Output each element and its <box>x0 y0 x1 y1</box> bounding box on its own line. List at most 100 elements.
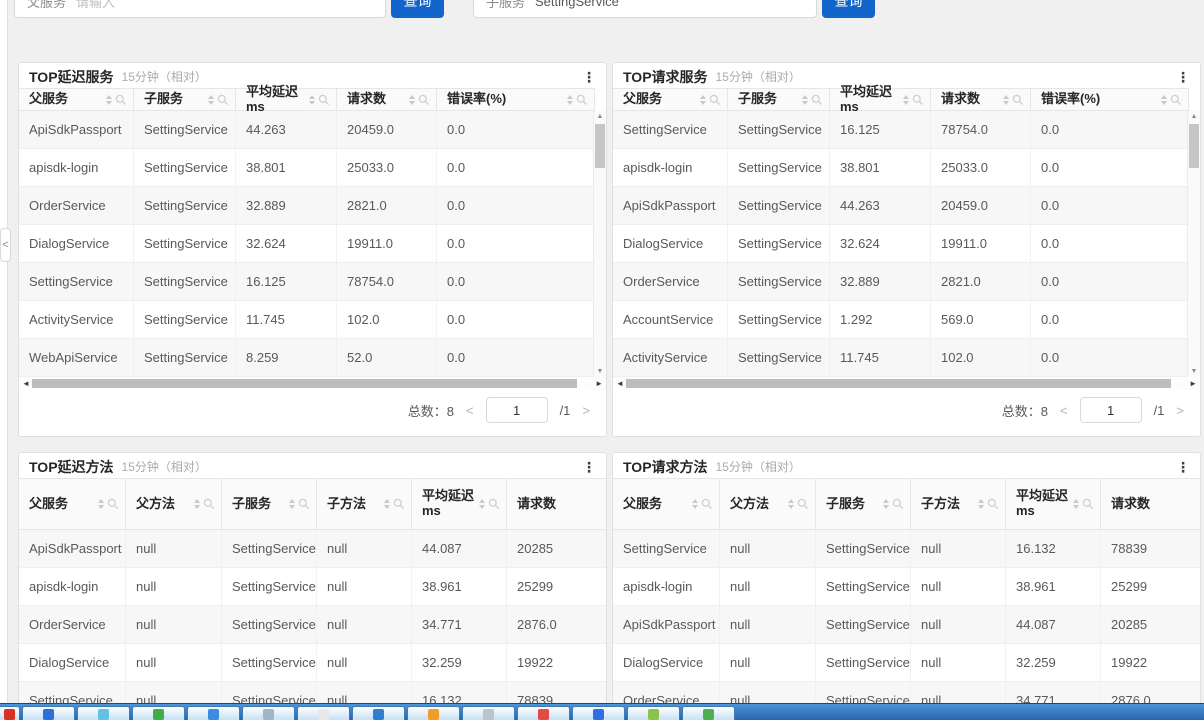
taskbar-app-1-button[interactable] <box>0 706 20 720</box>
table-cell: 11.745 <box>830 339 931 376</box>
scroll-left-arrow-icon[interactable]: ◄ <box>22 379 30 388</box>
column-search-icon[interactable] <box>892 498 904 510</box>
prev-page-icon[interactable]: < <box>466 403 474 418</box>
sort-icon[interactable] <box>1003 95 1009 105</box>
sort-icon[interactable] <box>883 499 889 509</box>
child-service-input[interactable]: 子服务 SettingService <box>473 0 817 18</box>
taskbar-app-14-button[interactable] <box>682 706 735 720</box>
sort-icon[interactable] <box>692 499 698 509</box>
column-search-icon[interactable] <box>217 94 229 106</box>
taskbar-app-5-icon <box>208 709 219 720</box>
vertical-scroll-thumb[interactable] <box>595 124 605 168</box>
horizontal-scroll-thumb[interactable] <box>32 379 577 388</box>
table-cell: SettingService <box>134 149 236 186</box>
taskbar-app-3-button[interactable] <box>77 706 130 720</box>
vertical-scroll-thumb[interactable] <box>1189 124 1199 168</box>
scroll-down-arrow-icon[interactable]: ▼ <box>1188 368 1200 375</box>
column-search-icon[interactable] <box>811 94 823 106</box>
taskbar-app-6-button[interactable] <box>242 706 295 720</box>
column-search-icon[interactable] <box>709 94 721 106</box>
scroll-right-arrow-icon[interactable]: ► <box>1189 379 1197 388</box>
parent-service-input[interactable]: 父服务 请输入 <box>14 0 386 18</box>
taskbar-app-4-button[interactable] <box>132 706 185 720</box>
taskbar-app-13-button[interactable] <box>627 706 680 720</box>
sort-icon[interactable] <box>98 499 104 509</box>
panel-title: TOP请求服务 <box>623 67 708 87</box>
column-search-icon[interactable] <box>1170 94 1182 106</box>
next-page-icon[interactable]: > <box>1176 403 1184 418</box>
column-search-icon[interactable] <box>203 498 215 510</box>
taskbar-app-11-button[interactable] <box>517 706 570 720</box>
sidebar-collapse-handle[interactable]: < <box>0 228 11 262</box>
column-search-icon[interactable] <box>1012 94 1024 106</box>
kebab-menu-icon[interactable]: ⋮ <box>582 70 596 84</box>
column-search-icon[interactable] <box>107 498 119 510</box>
taskbar-app-5-button[interactable] <box>187 706 240 720</box>
scroll-down-arrow-icon[interactable]: ▼ <box>594 368 606 375</box>
taskbar-app-9-button[interactable] <box>407 706 460 720</box>
scroll-left-arrow-icon[interactable]: ◄ <box>616 379 624 388</box>
column-search-icon[interactable] <box>488 498 500 510</box>
horizontal-scrollbar[interactable]: ◄► <box>613 377 1200 390</box>
horizontal-scroll-thumb[interactable] <box>626 379 1171 388</box>
taskbar-app-2-button[interactable] <box>22 706 75 720</box>
sort-icon[interactable] <box>700 95 706 105</box>
sort-icon[interactable] <box>1161 95 1167 105</box>
column-search-icon[interactable] <box>912 94 924 106</box>
table-cell: 102.0 <box>337 301 437 338</box>
panel-time-range: 15分钟（相对） <box>122 68 207 85</box>
column-search-icon[interactable] <box>318 94 330 106</box>
column-search-icon[interactable] <box>115 94 127 106</box>
column-header-2: 子服务 <box>134 89 236 110</box>
vertical-scrollbar[interactable]: ▲▼ <box>593 111 606 377</box>
child-service-query-button[interactable]: 查询 <box>822 0 875 18</box>
column-search-icon[interactable] <box>418 94 430 106</box>
kebab-menu-icon[interactable]: ⋮ <box>582 460 596 474</box>
sort-icon[interactable] <box>194 499 200 509</box>
column-search-icon[interactable] <box>701 498 713 510</box>
sort-asc-icon <box>106 95 112 99</box>
column-search-icon[interactable] <box>393 498 405 510</box>
column-search-icon[interactable] <box>987 498 999 510</box>
scroll-up-arrow-icon[interactable]: ▲ <box>1188 113 1200 120</box>
parent-service-query-button[interactable]: 查询 <box>391 0 444 18</box>
sort-icon[interactable] <box>106 95 112 105</box>
column-search-icon[interactable] <box>576 94 588 106</box>
page-number-input[interactable]: 1 <box>1080 397 1142 423</box>
taskbar-app-10-button[interactable] <box>462 706 515 720</box>
sort-icon[interactable] <box>567 95 573 105</box>
sort-icon[interactable] <box>409 95 415 105</box>
kebab-menu-icon[interactable]: ⋮ <box>1176 70 1190 84</box>
sort-icon[interactable] <box>788 499 794 509</box>
taskbar-app-7-button[interactable] <box>297 706 350 720</box>
column-header-icons <box>479 498 500 510</box>
table-cell: SettingService <box>728 225 830 262</box>
kebab-menu-icon[interactable]: ⋮ <box>1176 460 1190 474</box>
sort-icon[interactable] <box>479 499 485 509</box>
vertical-scrollbar[interactable]: ▲▼ <box>1187 111 1200 377</box>
page-number-input[interactable]: 1 <box>486 397 548 423</box>
sort-icon[interactable] <box>309 95 315 105</box>
sort-asc-icon <box>1161 95 1167 99</box>
horizontal-scrollbar[interactable]: ◄► <box>19 377 606 390</box>
column-search-icon[interactable] <box>797 498 809 510</box>
sort-icon[interactable] <box>978 499 984 509</box>
next-page-icon[interactable]: > <box>582 403 590 418</box>
sort-icon[interactable] <box>289 499 295 509</box>
sort-icon[interactable] <box>802 95 808 105</box>
table-cell: 20285 <box>1101 606 1201 643</box>
scroll-up-arrow-icon[interactable]: ▲ <box>594 113 606 120</box>
prev-page-icon[interactable]: < <box>1060 403 1068 418</box>
sort-icon[interactable] <box>384 499 390 509</box>
table-row: DialogServicenullSettingServicenull32.25… <box>19 644 607 682</box>
sort-icon[interactable] <box>903 95 909 105</box>
sort-desc-icon <box>978 505 984 509</box>
column-header-icons <box>98 498 119 510</box>
sort-icon[interactable] <box>1073 499 1079 509</box>
column-search-icon[interactable] <box>298 498 310 510</box>
sort-icon[interactable] <box>208 95 214 105</box>
column-search-icon[interactable] <box>1082 498 1094 510</box>
taskbar-app-12-button[interactable] <box>572 706 625 720</box>
taskbar-app-8-button[interactable] <box>352 706 405 720</box>
scroll-right-arrow-icon[interactable]: ► <box>595 379 603 388</box>
